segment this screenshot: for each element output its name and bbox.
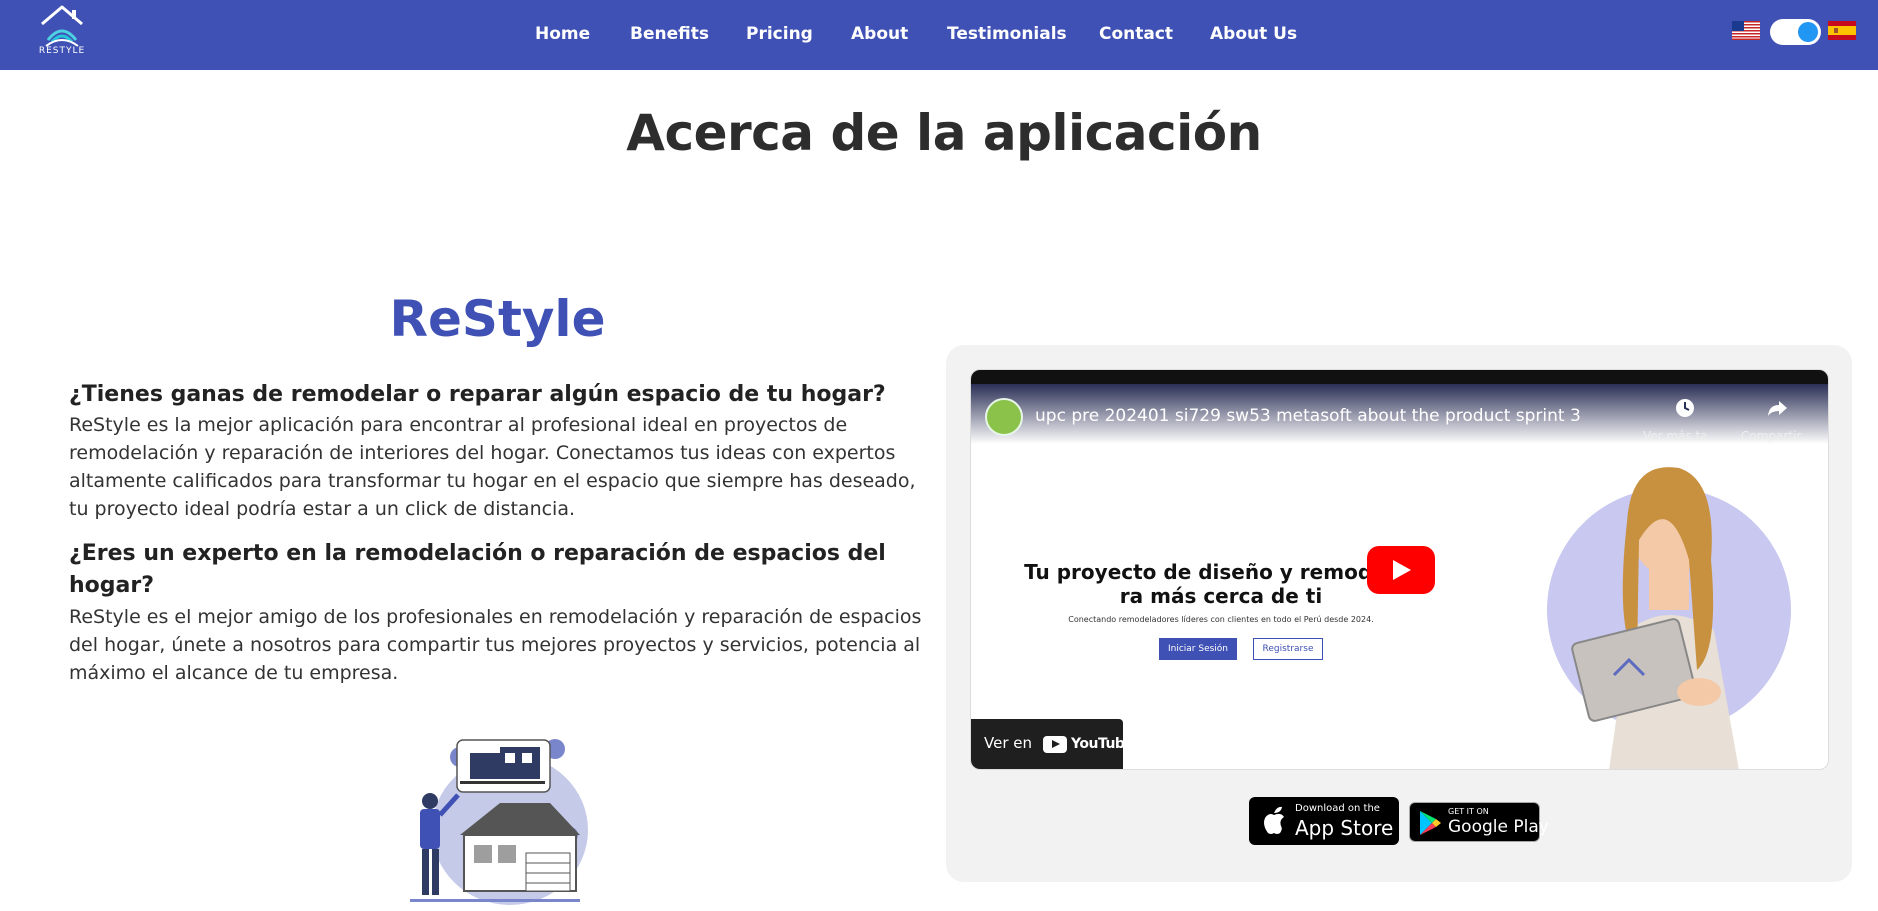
google-play-small-text: GET IT ON	[1448, 807, 1489, 816]
video-title[interactable]: upc pre 202401 si729 sw53 metasoft about…	[1035, 406, 1581, 426]
us-flag-icon[interactable]	[1732, 21, 1760, 40]
page-title: Acerca de la aplicación	[626, 104, 1262, 162]
apple-icon	[1264, 806, 1284, 834]
app-store-big-text: App Store	[1295, 816, 1394, 840]
question-homeowner: ¿Tienes ganas de remodelar o reparar alg…	[69, 382, 886, 407]
navbar: RESTYLE Home Benefits Pricing About Test…	[0, 0, 1878, 70]
spain-flag-icon[interactable]	[1828, 21, 1856, 40]
app-store-small-text: Download on the	[1295, 803, 1380, 814]
youtube-play-box-icon	[1043, 735, 1067, 753]
share-label: Compartir	[1741, 429, 1802, 443]
nav-pricing[interactable]: Pricing	[746, 24, 813, 44]
clock-icon[interactable]	[1674, 397, 1696, 419]
video-header: upc pre 202401 si729 sw53 metasoft about…	[971, 384, 1828, 444]
paragraph-expert: ReStyle es el mejor amigo de los profesi…	[69, 606, 922, 684]
youtube-logo-icon: YouTube	[1043, 734, 1134, 754]
play-icon	[1393, 560, 1411, 580]
youtube-embed[interactable]: upc pre 202401 si729 sw53 metasoft about…	[970, 369, 1829, 770]
play-button[interactable]	[1367, 546, 1435, 594]
channel-avatar[interactable]	[985, 398, 1023, 436]
nav-links: Home Benefits Pricing About Testimonials…	[0, 0, 1878, 70]
youtube-wordmark: YouTube	[1071, 736, 1134, 752]
house-logo-icon	[41, 5, 83, 47]
nav-contact[interactable]: Contact	[1099, 24, 1173, 44]
nav-benefits[interactable]: Benefits	[630, 24, 709, 44]
nav-testimonials[interactable]: Testimonials	[947, 24, 1067, 44]
logo-text: RESTYLE	[38, 46, 86, 56]
google-play-icon	[1420, 811, 1441, 835]
nav-home[interactable]: Home	[535, 24, 590, 44]
promo-register-button: Registrarse	[1253, 638, 1323, 660]
promo-login-button: Iniciar Sesión	[1159, 638, 1237, 660]
nav-about[interactable]: About	[851, 24, 908, 44]
share-icon[interactable]	[1766, 397, 1788, 419]
video-top-strip	[971, 370, 1828, 384]
toggle-knob	[1798, 22, 1818, 42]
watch-later-label: Ver más ta...	[1643, 429, 1720, 443]
google-play-big-text: Google Play	[1448, 817, 1549, 837]
brand-title: ReStyle	[389, 290, 606, 348]
remodel-illustration-image	[410, 739, 588, 905]
nav-about-us[interactable]: About Us	[1210, 24, 1297, 44]
google-play-badge[interactable]: GET IT ON Google Play	[1409, 802, 1549, 842]
restyle-logo[interactable]: RESTYLE	[36, 4, 88, 62]
app-store-badge[interactable]: Download on the App Store	[1249, 797, 1399, 845]
promo-woman-image	[1547, 467, 1791, 769]
question-expert: ¿Eres un experto en la remodelación o re…	[69, 541, 886, 598]
watch-on-youtube-button[interactable]: Ver en YouTube	[971, 719, 1134, 769]
promo-subtitle: Conectando remodeladores líderes con cli…	[1068, 615, 1374, 624]
paragraph-homeowner: ReStyle es la mejor aplicación para enco…	[69, 414, 916, 520]
watch-on-label: Ver en	[984, 734, 1032, 752]
language-toggle[interactable]	[1770, 19, 1821, 45]
